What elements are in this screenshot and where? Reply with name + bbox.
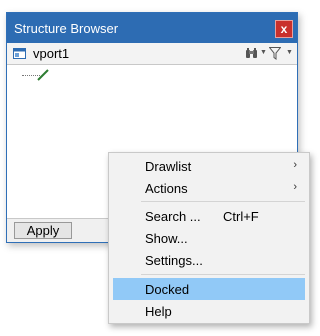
menu-item-drawlist[interactable]: Drawlist ›: [113, 155, 305, 177]
close-button[interactable]: x: [275, 20, 293, 38]
submenu-arrow-icon: ›: [293, 181, 297, 193]
window-title: Structure Browser: [14, 21, 119, 36]
menu-item-label: Search ...: [145, 209, 201, 224]
dropdown-arrow-icon[interactable]: ▼: [286, 49, 293, 56]
menu-item-label: Settings...: [145, 253, 203, 268]
title-bar[interactable]: Structure Browser x: [7, 13, 297, 43]
filter-icon[interactable]: [269, 47, 281, 60]
submenu-arrow-icon: ›: [293, 159, 297, 171]
menu-item-search[interactable]: Search ... Ctrl+F: [113, 205, 305, 227]
toolbar: vport1 ▼ ▼: [7, 43, 297, 65]
menu-item-label: Drawlist: [145, 159, 192, 174]
viewport-name: vport1: [33, 46, 70, 61]
binoculars-icon[interactable]: [245, 48, 258, 59]
menu-separator: [141, 201, 305, 202]
menu-item-label: Help: [145, 304, 172, 319]
menu-item-settings[interactable]: Settings...: [113, 249, 305, 271]
menu-item-label: Actions: [145, 181, 188, 196]
menu-item-label: Docked: [145, 282, 190, 297]
menu-item-label: Show...: [145, 231, 188, 246]
menu-item-actions[interactable]: Actions ›: [113, 177, 305, 199]
menu-item-docked[interactable]: Docked: [113, 278, 305, 300]
context-menu: Drawlist › Actions › Search ... Ctrl+F S…: [108, 152, 310, 324]
viewport-icon: [13, 48, 26, 59]
apply-button[interactable]: Apply: [14, 222, 72, 239]
menu-item-help[interactable]: Help: [113, 300, 305, 322]
tree-node-icon[interactable]: [36, 68, 50, 82]
menu-separator: [141, 274, 305, 275]
menu-item-show[interactable]: Show...: [113, 227, 305, 249]
menu-item-shortcut: Ctrl+F: [223, 209, 259, 224]
dropdown-arrow-icon[interactable]: ▼: [260, 49, 267, 56]
